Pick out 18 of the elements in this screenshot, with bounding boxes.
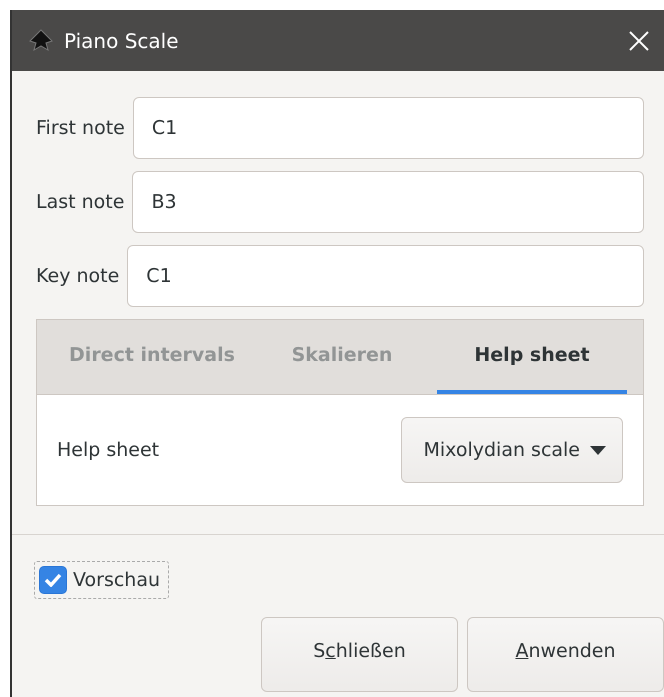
field-label: Last note (36, 191, 124, 213)
field-label: Key note (36, 265, 120, 287)
app-logo-icon (28, 28, 54, 54)
checkbox-label: Vorschau (73, 569, 160, 591)
preview-checkbox[interactable]: Vorschau (34, 561, 170, 599)
checkbox[interactable] (39, 566, 67, 594)
input-field[interactable]: C1 (132, 97, 644, 159)
dialog-button[interactable]: Anwenden (467, 617, 664, 692)
check-icon (44, 573, 62, 587)
caret-icon (590, 446, 606, 454)
option-label: Help sheet (57, 439, 160, 461)
window-title: Piano Scale (64, 28, 180, 52)
dialog-button[interactable]: Schließen (261, 617, 458, 692)
field-label: First note (36, 117, 125, 139)
input-field[interactable]: B3 (132, 171, 644, 233)
scale-dropdown[interactable]: Mixolydian scale (400, 417, 623, 483)
input-field[interactable]: C1 (127, 245, 644, 307)
close-icon[interactable] (628, 30, 650, 52)
